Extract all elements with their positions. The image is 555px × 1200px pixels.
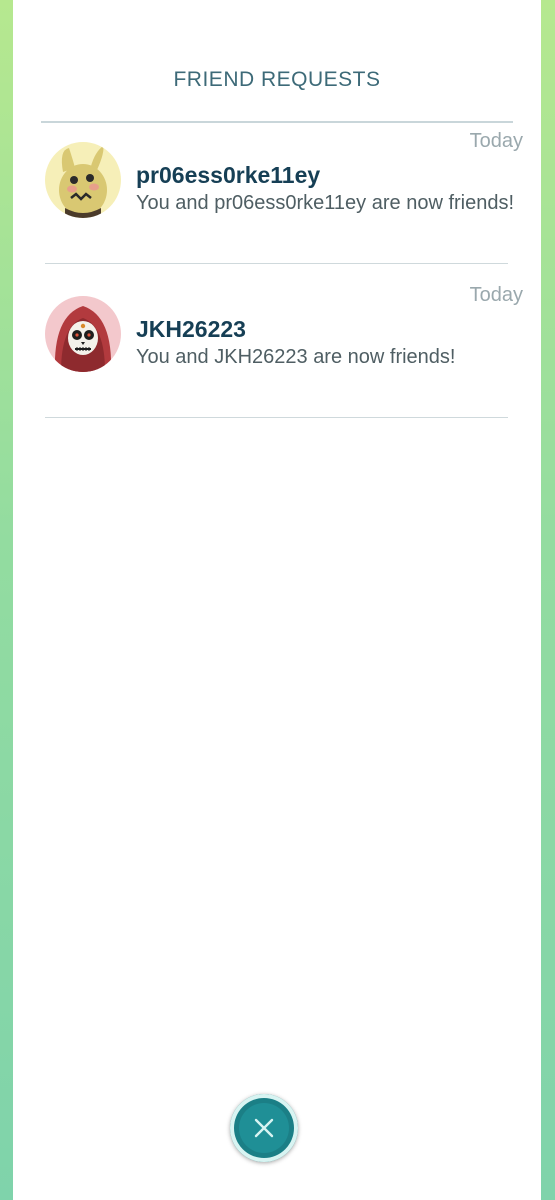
- friend-username[interactable]: pr06ess0rke11ey: [136, 162, 320, 189]
- mimikyu-costume-avatar-icon[interactable]: [45, 142, 121, 218]
- friend-username[interactable]: JKH26223: [136, 316, 246, 343]
- request-date: Today: [469, 284, 523, 306]
- friend-status-message: You and JKH26223 are now friends!: [136, 346, 456, 368]
- friend-requests-screen: FRIEND REQUESTS Today pr06ess0rke11ey Yo…: [0, 0, 555, 1200]
- page-title: FRIEND REQUESTS: [173, 68, 381, 91]
- friend-request-item[interactable]: Today JKH26223 You and JKH26223 are now …: [13, 278, 541, 428]
- friend-requests-panel: FRIEND REQUESTS Today pr06ess0rke11ey Yo…: [13, 0, 541, 1200]
- friend-status-message: You and pr06ess0rke11ey are now friends!: [136, 192, 515, 214]
- sugar-skull-hood-avatar-icon[interactable]: [45, 296, 121, 372]
- header-divider: [41, 121, 513, 123]
- close-icon: [254, 1118, 274, 1138]
- friend-request-item[interactable]: Today pr06ess0rke11ey You and pr06ess0rk…: [13, 124, 541, 274]
- entry-divider: [45, 417, 508, 418]
- close-button[interactable]: [230, 1094, 298, 1162]
- entry-divider: [45, 263, 508, 264]
- request-date: Today: [469, 130, 523, 152]
